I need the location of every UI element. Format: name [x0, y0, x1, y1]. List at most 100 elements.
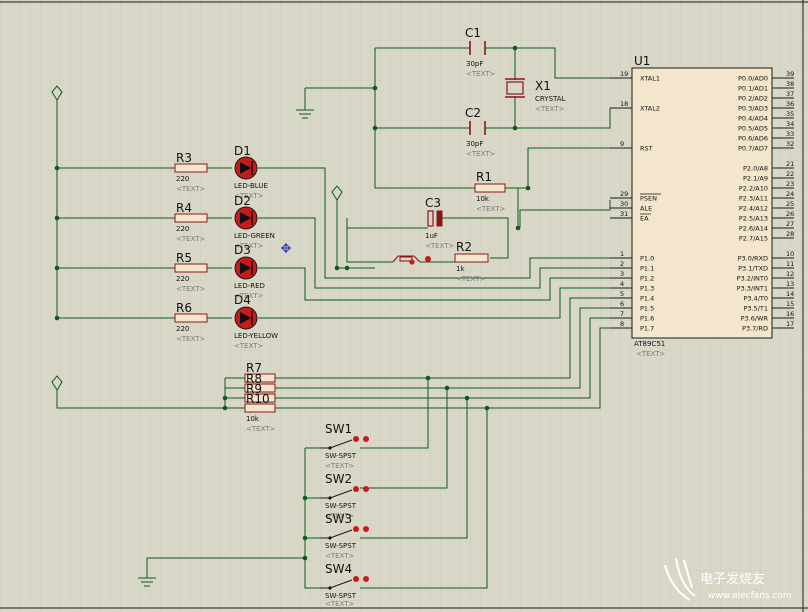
r6-ref: R6	[176, 301, 192, 315]
x1-value: CRYSTAL	[535, 95, 566, 103]
sw3-text: <TEXT>	[325, 552, 355, 560]
u1-pin-name: XTAL1	[640, 75, 660, 83]
u1-pin-name: EA	[640, 215, 649, 223]
u1-pin-name: P0.2/AD2	[738, 95, 768, 103]
rn-text: <TEXT>	[246, 425, 276, 433]
r2-value: 1k	[456, 265, 465, 273]
u1-pin-name: P0.5/AD5	[738, 125, 768, 133]
d1-ref: D1	[234, 144, 251, 158]
d3-value: LED-RED	[234, 282, 265, 290]
u1-pin-name: P1.6	[640, 315, 654, 323]
u1-pin-number: 27	[786, 220, 794, 228]
u1-pin-number: 12	[786, 270, 794, 278]
x1-text: <TEXT>	[535, 105, 565, 113]
u1-ref: U1	[634, 54, 650, 68]
c3-value: 1uF	[425, 232, 438, 240]
u1-pin-number: 24	[786, 190, 794, 198]
c2-ref: C2	[465, 106, 481, 120]
r2-text: <TEXT>	[456, 275, 486, 283]
r5-value: 220	[176, 275, 189, 283]
u1-pin-number: 1	[620, 250, 624, 258]
rn-value: 10k	[246, 415, 260, 423]
u1-pin-number: 32	[786, 140, 794, 148]
u1-pin-name: P1.1	[640, 265, 654, 273]
sw1-value: SW-SPST	[325, 452, 357, 460]
u1-pin-number: 6	[620, 300, 624, 308]
u1-pin-name: P3.1/TXD	[738, 265, 768, 273]
u1-pin-number: 8	[620, 320, 624, 328]
u1-pin-number: 3	[620, 270, 624, 278]
u1-pin-name: P3.3/INT1	[737, 285, 768, 293]
u1-pin-number: 16	[786, 310, 794, 318]
sw3-value: SW-SPST	[325, 542, 357, 550]
u1-pin-name: P0.6/AD6	[738, 135, 768, 143]
u1-pin-name: P3.7/RD	[742, 325, 768, 333]
r2-ref: R2	[456, 240, 472, 254]
u1-pin-name: P2.3/A11	[739, 195, 768, 203]
u1-pin-number: 9	[620, 140, 624, 148]
u1-pin-number: 37	[786, 90, 794, 98]
u1-pin-number: 7	[620, 310, 624, 318]
u1-pin-number: 11	[786, 260, 794, 268]
r4-ref: R4	[176, 201, 192, 215]
u1-pin-name: P0.7/AD7	[738, 145, 768, 153]
u1-pin-name: P1.2	[640, 275, 654, 283]
u1-pin-name: P2.7/A15	[739, 235, 768, 243]
u1-pin-number: 33	[786, 130, 794, 138]
u1-pin-number: 34	[786, 120, 794, 128]
u1-pin-number: 17	[786, 320, 794, 328]
u1-text: <TEXT>	[636, 350, 666, 358]
u1-pin-number: 36	[786, 100, 794, 108]
c1-value: 30pF	[466, 60, 483, 68]
d2-ref: D2	[234, 194, 251, 208]
c1-text: <TEXT>	[466, 70, 496, 78]
d4-value: LED-YELLOW	[234, 332, 278, 340]
c2-value: 30pF	[466, 140, 483, 148]
u1-pin-name: PSEN	[640, 195, 657, 203]
u1-pin-name: P2.1/A9	[743, 175, 768, 183]
u1-pin-name: RST	[640, 145, 653, 153]
u1-pin-number: 18	[620, 100, 628, 108]
u1-pin-number: 29	[620, 190, 628, 198]
sw4-ref: SW4	[325, 562, 352, 576]
u1-pin-name: P0.4/AD4	[738, 115, 768, 123]
u1-pin-number: 38	[786, 80, 794, 88]
u1-pin-number: 4	[620, 280, 624, 288]
u1-pin-number: 39	[786, 70, 794, 78]
r3-value: 220	[176, 175, 189, 183]
c1-ref: C1	[465, 26, 481, 40]
u1-pin-number: 19	[620, 70, 628, 78]
u1-pin-name: P1.4	[640, 295, 654, 303]
d2-value: LED-GREEN	[234, 232, 275, 240]
d4-text: <TEXT>	[234, 342, 264, 350]
u1-pin-name: P3.0/RXD	[738, 255, 768, 263]
sw4-value: SW-SPST	[325, 592, 357, 600]
u1-pin-name: P2.6/A14	[739, 225, 768, 233]
x1-ref: X1	[535, 79, 551, 93]
u1-pin-name: P2.0/A8	[743, 165, 768, 173]
u1-pin-number: 22	[786, 170, 794, 178]
c3-text: <TEXT>	[425, 242, 455, 250]
u1-pin-number: 30	[620, 200, 628, 208]
u1-pin-number: 31	[620, 210, 628, 218]
u1-pin-name: P1.7	[640, 325, 654, 333]
r3-text: <TEXT>	[176, 185, 206, 193]
microcontroller-u1[interactable]: U1 AT89C51 <TEXT> 19XTAL118XTAL29RST29PS…	[610, 54, 794, 358]
u1-pin-name: P2.5/A13	[739, 215, 768, 223]
schematic-canvas[interactable]: C1 30pF <TEXT> C2 30pF <TEXT> X1 CRYSTAL…	[0, 0, 808, 612]
u1-pin-number: 10	[786, 250, 794, 258]
d3-ref: D3	[234, 243, 251, 257]
sw1-text: <TEXT>	[325, 462, 355, 470]
r4-value: 220	[176, 225, 189, 233]
u1-pin-name: P0.0/AD0	[738, 75, 768, 83]
u1-pin-number: 23	[786, 180, 794, 188]
u1-part: AT89C51	[634, 340, 665, 348]
u1-pin-name: P3.6/WR	[741, 315, 769, 323]
r6-value: 220	[176, 325, 189, 333]
u1-pin-name: P0.3/AD3	[738, 105, 768, 113]
d4-ref: D4	[234, 293, 251, 307]
r10-ref: R10	[246, 392, 270, 406]
u1-pin-name: ALE	[640, 205, 652, 213]
d1-value: LED-BLUE	[234, 182, 268, 190]
sw4-text: <TEXT>	[325, 600, 355, 608]
